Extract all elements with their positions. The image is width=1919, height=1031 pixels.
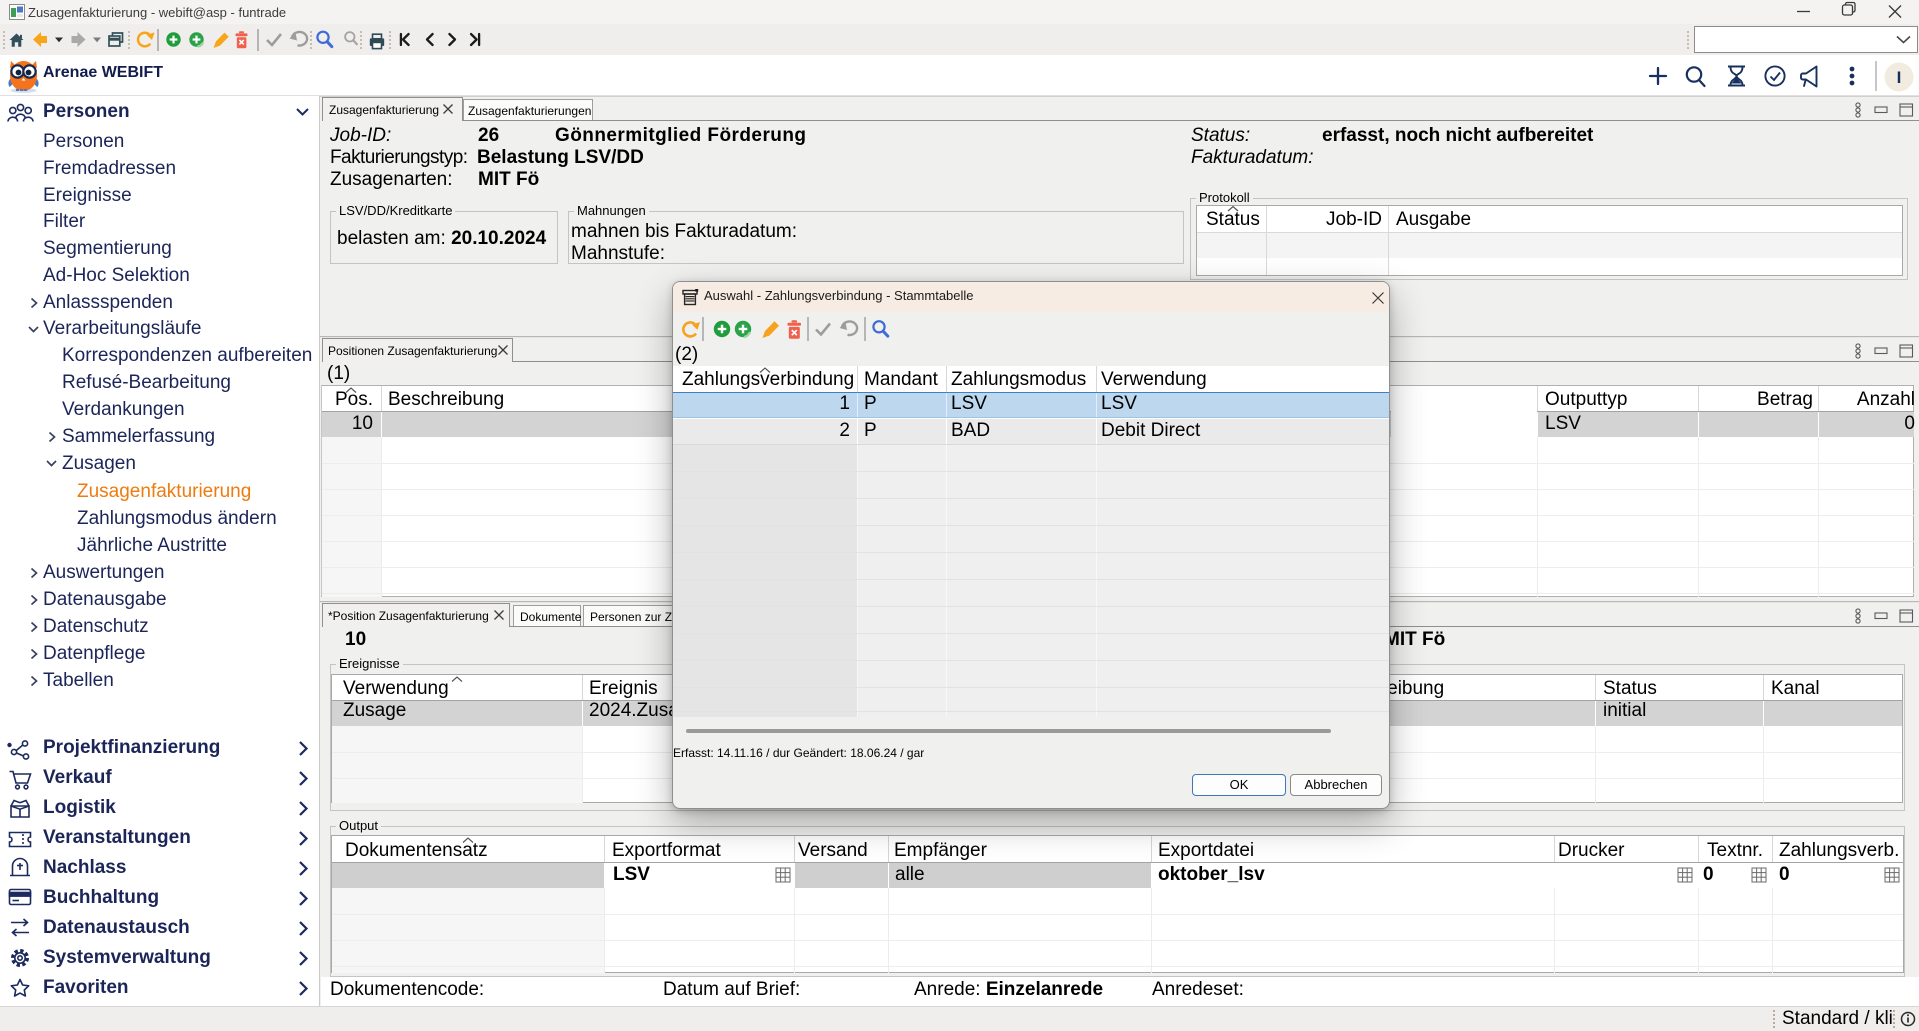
svg-text:I: I <box>1897 68 1902 87</box>
